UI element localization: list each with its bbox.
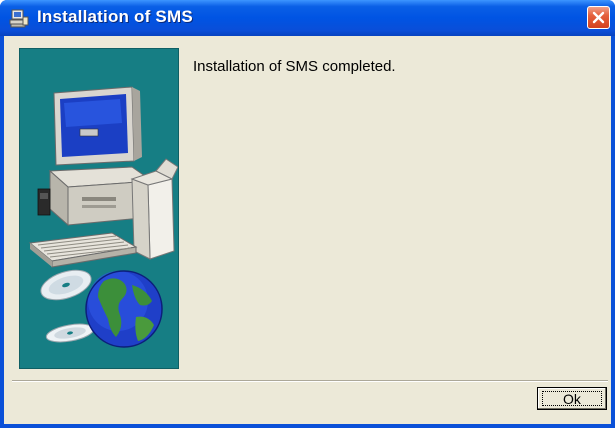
installer-dialog: Installation of SMS Installation of SMS … xyxy=(0,0,615,428)
ok-button-label: Ok xyxy=(563,390,581,407)
globe-illustration xyxy=(85,270,163,348)
setup-computer-icon xyxy=(9,9,29,28)
computer-illustration xyxy=(28,86,178,268)
completion-message: Installation of SMS completed. xyxy=(193,58,396,75)
side-illustration-panel xyxy=(19,48,179,369)
ok-button[interactable]: Ok xyxy=(537,387,607,410)
footer-divider xyxy=(12,380,608,382)
title-bar[interactable]: Installation of SMS xyxy=(0,0,615,36)
dialog-body: Installation of SMS completed. Ok xyxy=(4,36,611,424)
window-title: Installation of SMS xyxy=(37,7,193,26)
close-button[interactable] xyxy=(587,6,610,29)
close-icon xyxy=(592,11,605,24)
